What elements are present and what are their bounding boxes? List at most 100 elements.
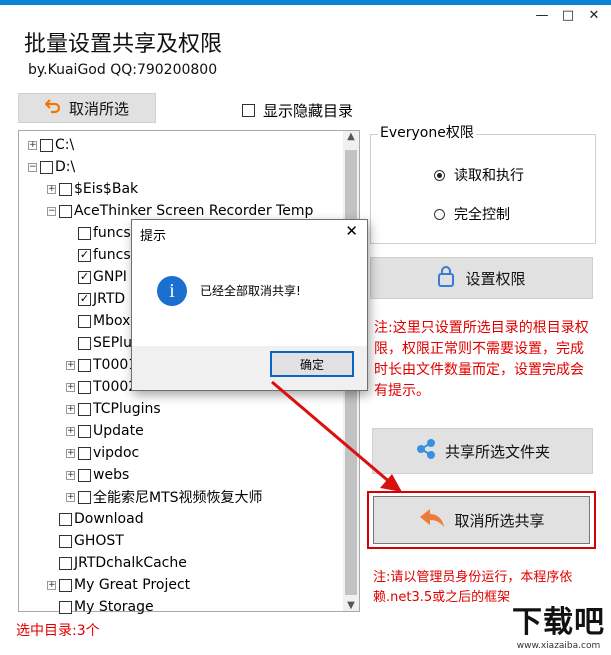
- tree-node-checkbox[interactable]: ✓: [78, 270, 91, 284]
- tree-node-checkbox[interactable]: [59, 600, 72, 614]
- app-subtitle: by.KuaiGod QQ:790200800: [28, 62, 218, 78]
- dialog-message: 已经全部取消共享!: [200, 284, 301, 298]
- tree-node-checkbox[interactable]: [59, 182, 72, 196]
- message-dialog: 提示 ✕ i 已经全部取消共享! 确定: [131, 219, 368, 391]
- title-bar-accent: [0, 0, 611, 5]
- tree-node[interactable]: SEPlu: [66, 333, 132, 353]
- tree-node[interactable]: GHOST: [47, 531, 124, 551]
- tree-node[interactable]: + $Eis$Bak: [47, 179, 138, 199]
- tree-node[interactable]: Download: [47, 509, 144, 529]
- tree-node[interactable]: Mbox: [66, 311, 130, 331]
- cancel-share-label: 取消所选共享: [454, 511, 545, 530]
- radio-dot-icon[interactable]: [434, 208, 445, 220]
- tree-node-label: SEPlu: [93, 335, 132, 351]
- collapse-icon[interactable]: −: [47, 206, 56, 216]
- tree-node[interactable]: + webs: [66, 465, 129, 485]
- tree-node[interactable]: − AceThinker Screen Recorder Temp: [47, 201, 313, 221]
- tree-node-checkbox[interactable]: [78, 446, 91, 460]
- tree-node-label: C:\: [55, 137, 75, 153]
- tree-node-checkbox[interactable]: [78, 336, 91, 350]
- back-arrow-icon: [418, 507, 446, 533]
- lock-icon: [437, 265, 455, 291]
- tree-node-checkbox[interactable]: [40, 138, 53, 152]
- expand-icon[interactable]: +: [66, 492, 75, 502]
- close-button[interactable]: ✕: [584, 8, 604, 23]
- show-hidden-label: 显示隐藏目录: [263, 102, 354, 120]
- radio-full-control-label: 完全控制: [454, 207, 510, 223]
- tree-node-checkbox[interactable]: [78, 314, 91, 328]
- tree-node[interactable]: + TCPlugins: [66, 399, 161, 419]
- tree-node-checkbox[interactable]: [59, 512, 72, 526]
- tree-node[interactable]: ✓ funcs: [66, 245, 131, 265]
- collapse-icon[interactable]: −: [28, 162, 37, 172]
- tree-node-checkbox[interactable]: ✓: [78, 292, 91, 306]
- cancel-select-button[interactable]: 取消所选: [18, 93, 156, 123]
- expand-icon[interactable]: +: [66, 426, 75, 436]
- tree-node[interactable]: + My Great Project: [47, 575, 190, 595]
- tree-node-label: JRTDchalkCache: [74, 555, 187, 571]
- tree-node-label: My Great Project: [74, 577, 191, 593]
- tree-node[interactable]: + Update: [66, 421, 144, 441]
- tree-node-checkbox[interactable]: [78, 380, 91, 394]
- expand-icon[interactable]: +: [66, 448, 75, 458]
- share-icon: [415, 438, 437, 464]
- checkbox-box[interactable]: [242, 104, 255, 117]
- scroll-down-icon[interactable]: ▼: [343, 600, 359, 611]
- tree-node[interactable]: ✓ GNPI: [66, 267, 127, 287]
- tree-node-checkbox[interactable]: [78, 358, 91, 372]
- tree-node-checkbox[interactable]: [40, 160, 53, 174]
- tree-node-label: webs: [93, 467, 130, 483]
- scroll-up-icon[interactable]: ▲: [343, 131, 359, 142]
- tree-node[interactable]: + C:\: [28, 135, 74, 155]
- tree-node-label: GNPI: [93, 269, 127, 285]
- tree-node-label: AceThinker Screen Recorder Temp: [74, 203, 314, 219]
- tree-node-checkbox[interactable]: [59, 534, 72, 548]
- share-selected-button[interactable]: 共享所选文件夹: [372, 428, 593, 474]
- permissions-group-title: Everyone权限: [378, 122, 476, 142]
- expand-icon[interactable]: +: [66, 404, 75, 414]
- tree-node-checkbox[interactable]: [59, 556, 72, 570]
- tree-node-checkbox[interactable]: ✓: [78, 248, 91, 262]
- tree-node-checkbox[interactable]: [59, 204, 72, 218]
- tree-node[interactable]: JRTDchalkCache: [47, 553, 187, 573]
- selected-count-status: 选中目录:3个: [16, 623, 100, 639]
- dialog-close-icon[interactable]: ✕: [345, 222, 358, 240]
- set-permission-button[interactable]: 设置权限: [370, 257, 593, 299]
- set-permission-label: 设置权限: [465, 269, 526, 288]
- expand-icon[interactable]: +: [47, 580, 56, 590]
- tree-node-checkbox[interactable]: [78, 490, 91, 504]
- tree-node[interactable]: + 全能索尼MTS视频恢复大师: [66, 487, 263, 507]
- radio-full-control[interactable]: 完全控制: [434, 204, 510, 224]
- dialog-ok-button[interactable]: 确定: [270, 351, 354, 377]
- minimize-button[interactable]: —: [532, 8, 552, 23]
- tree-node-checkbox[interactable]: [78, 424, 91, 438]
- tree-node-checkbox[interactable]: [78, 226, 91, 240]
- expand-icon[interactable]: +: [47, 184, 56, 194]
- expand-icon[interactable]: +: [28, 140, 37, 150]
- tree-node-checkbox[interactable]: [59, 578, 72, 592]
- watermark: 下载吧 www.xiazaiba.com: [512, 597, 605, 651]
- tree-node-label: JRTD: [93, 291, 126, 307]
- tree-node[interactable]: + T0002: [66, 377, 137, 397]
- radio-dot-icon[interactable]: [434, 169, 445, 181]
- cancel-select-label: 取消所选: [68, 99, 129, 118]
- tree-node[interactable]: + T0001: [66, 355, 137, 375]
- tree-node[interactable]: funcs: [66, 223, 131, 243]
- permissions-groupbox: [370, 134, 596, 244]
- radio-read-execute[interactable]: 读取和执行: [434, 165, 524, 185]
- share-selected-label: 共享所选文件夹: [444, 442, 550, 461]
- cancel-share-button[interactable]: 取消所选共享: [373, 496, 590, 544]
- expand-icon[interactable]: +: [66, 360, 75, 370]
- tree-node-checkbox[interactable]: [78, 468, 91, 482]
- expand-icon[interactable]: +: [66, 382, 75, 392]
- maximize-button[interactable]: □: [558, 8, 578, 23]
- tree-node[interactable]: My Storage: [47, 597, 154, 617]
- tree-node[interactable]: + vipdoc: [66, 443, 139, 463]
- dialog-title: 提示: [140, 229, 167, 244]
- tree-node[interactable]: ✓ JRTD: [66, 289, 125, 309]
- show-hidden-checkbox[interactable]: 显示隐藏目录: [242, 100, 353, 121]
- expand-icon[interactable]: +: [66, 470, 75, 480]
- tree-node[interactable]: − D:\: [28, 157, 75, 177]
- tree-node-checkbox[interactable]: [78, 402, 91, 416]
- dialog-body: i 已经全部取消共享!: [132, 244, 367, 346]
